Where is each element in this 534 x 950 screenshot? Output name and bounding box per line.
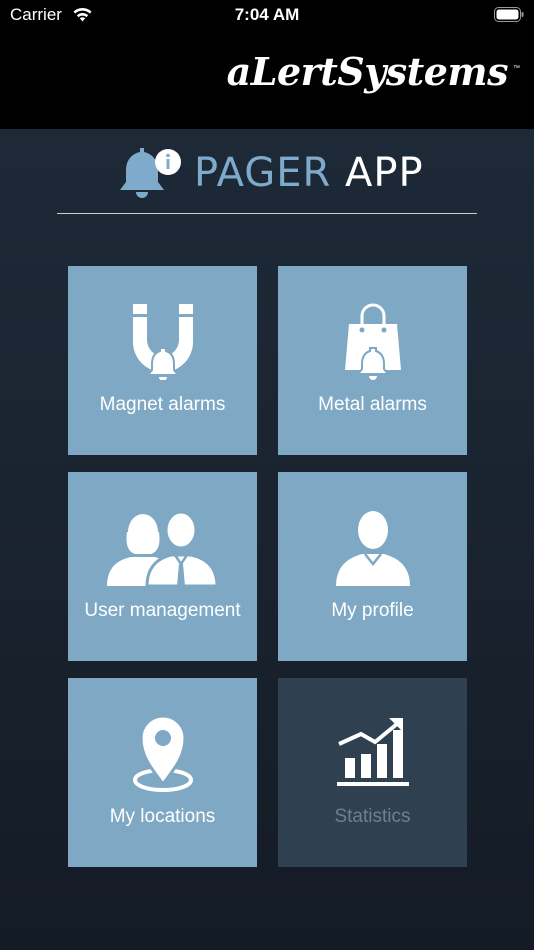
battery-icon (494, 7, 524, 22)
app-header: PAGER APP (0, 140, 534, 202)
header-divider (57, 213, 477, 214)
tile-user-management[interactable]: User management (68, 472, 257, 661)
tile-label-statistics: Statistics (334, 806, 411, 827)
tile-label-metal-alarms: Metal alarms (318, 394, 427, 415)
tile-my-locations[interactable]: My locations (68, 678, 257, 867)
status-bar: Carrier 7:04 AM (0, 0, 534, 29)
brand-logo: aLertSystems (226, 49, 509, 94)
tile-my-profile[interactable]: My profile (278, 472, 467, 661)
tile-label-user-management: User management (84, 600, 241, 621)
person-icon (335, 511, 410, 586)
page-title-app: APP (345, 150, 424, 196)
tile-label-my-locations: My locations (109, 806, 216, 827)
tile-statistics[interactable]: Statistics (278, 678, 467, 867)
tile-metal-alarms[interactable]: Metal alarms (278, 266, 467, 455)
page-title-pager: PAGER (194, 150, 332, 196)
page-title: PAGER APP (194, 150, 424, 196)
location-pin-icon (132, 714, 193, 792)
bell-info-icon (120, 148, 181, 198)
bag-bell-icon (344, 303, 401, 380)
brand-bar: aLertSystems ™ (0, 29, 534, 129)
tile-magnet-alarms[interactable]: Magnet alarms (68, 266, 257, 455)
trademark-symbol: ™ (513, 65, 520, 72)
tile-label-my-profile: My profile (331, 600, 414, 621)
tile-label-magnet-alarms: Magnet alarms (99, 394, 226, 415)
users-icon (106, 510, 219, 586)
status-time: 7:04 AM (234, 5, 300, 24)
bar-chart-icon (336, 718, 409, 786)
magnet-bell-icon (132, 304, 193, 380)
